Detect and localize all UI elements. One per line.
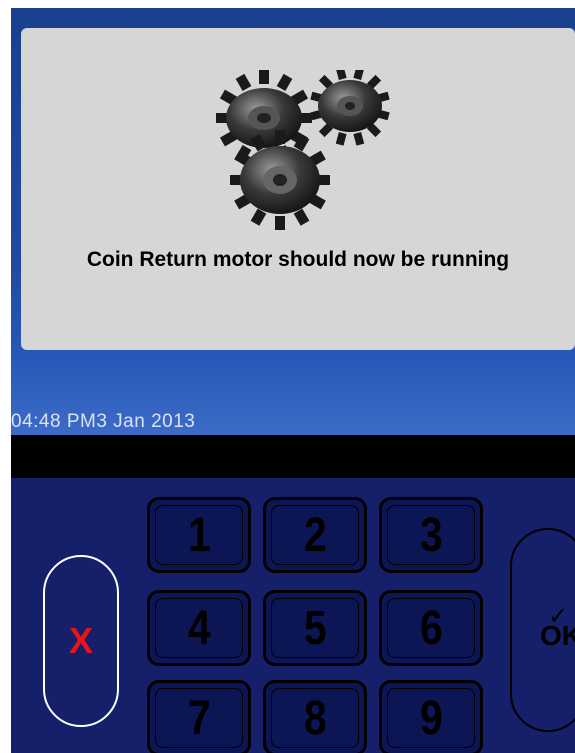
divider-bar (11, 435, 575, 478)
date-time-readout: 04:48 PM3 Jan 2013 (11, 411, 196, 432)
key-5-label: 5 (303, 601, 327, 655)
key-3[interactable]: 3 (379, 497, 483, 573)
key-9[interactable]: 9 (379, 680, 483, 753)
key-7[interactable]: 7 (147, 680, 251, 753)
key-5[interactable]: 5 (263, 590, 367, 666)
key-8[interactable]: 8 (263, 680, 367, 753)
key-6-label: 6 (419, 601, 443, 655)
kiosk-screen: Coin Return motor should now be running … (0, 0, 575, 753)
key-4[interactable]: 4 (147, 590, 251, 666)
key-1[interactable]: 1 (147, 497, 251, 573)
key-9-label: 9 (419, 691, 443, 745)
cancel-icon: X (68, 620, 93, 661)
gears-icon (216, 70, 390, 230)
key-7-label: 7 (187, 691, 211, 745)
key-6[interactable]: 6 (379, 590, 483, 666)
key-4-label: 4 (187, 601, 211, 655)
status-message: Coin Return motor should now be running (86, 248, 510, 271)
key-2[interactable]: 2 (263, 497, 367, 573)
key-8-label: 8 (303, 691, 327, 745)
key-1-label: 1 (187, 508, 211, 562)
ok-button-label: OK (540, 620, 575, 651)
key-3-label: 3 (419, 508, 443, 562)
key-2-label: 2 (303, 508, 327, 562)
cancel-button[interactable]: X (43, 555, 119, 727)
